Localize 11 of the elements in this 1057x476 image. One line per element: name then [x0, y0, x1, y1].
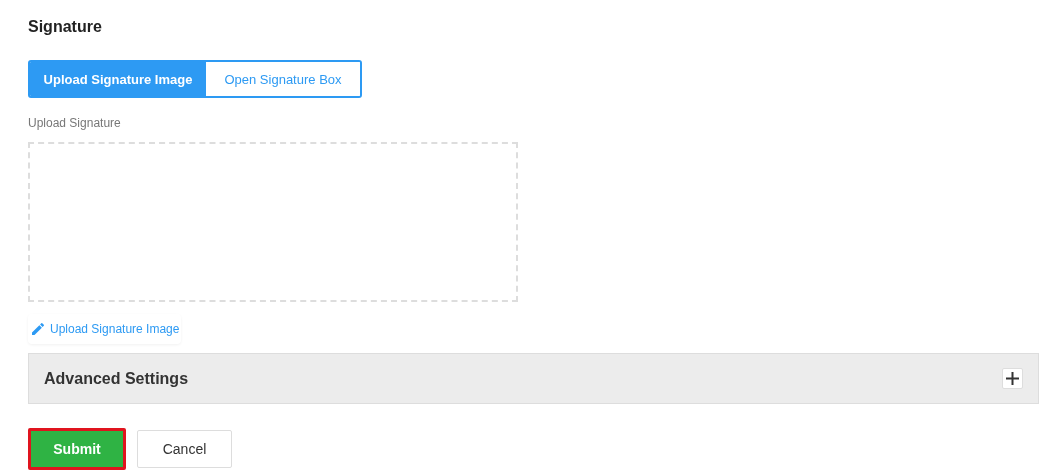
cancel-button[interactable]: Cancel	[137, 430, 232, 468]
expand-toggle[interactable]	[1002, 368, 1023, 389]
tab[interactable]: Upload Signature Image	[30, 62, 206, 96]
field-label: Upload Signature	[28, 116, 122, 132]
submit-button[interactable]: Submit	[28, 428, 126, 470]
plus-icon	[1006, 372, 1019, 385]
advanced-settings-bar[interactable]: Advanced Settings	[28, 353, 1039, 404]
pencil-icon	[30, 321, 46, 337]
upload-link[interactable]: Upload Signature Image	[28, 314, 182, 344]
section-title: Signature	[28, 18, 103, 37]
advanced-settings-title: Advanced Settings	[44, 369, 189, 388]
